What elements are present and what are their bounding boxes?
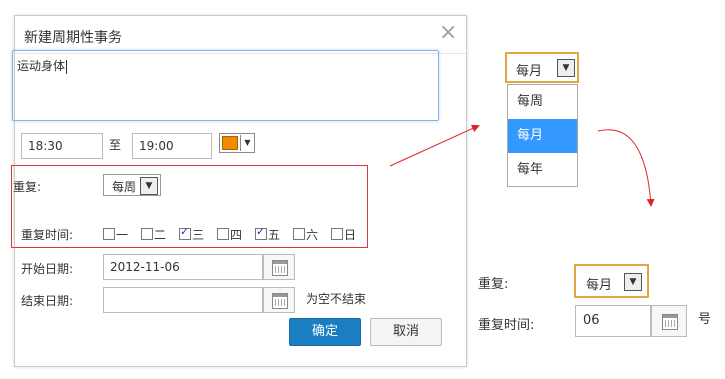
arrow-to-dropdown-icon bbox=[389, 124, 480, 167]
annotation-arrows bbox=[389, 124, 655, 207]
arrow-to-monthly-panel-icon bbox=[597, 129, 655, 207]
